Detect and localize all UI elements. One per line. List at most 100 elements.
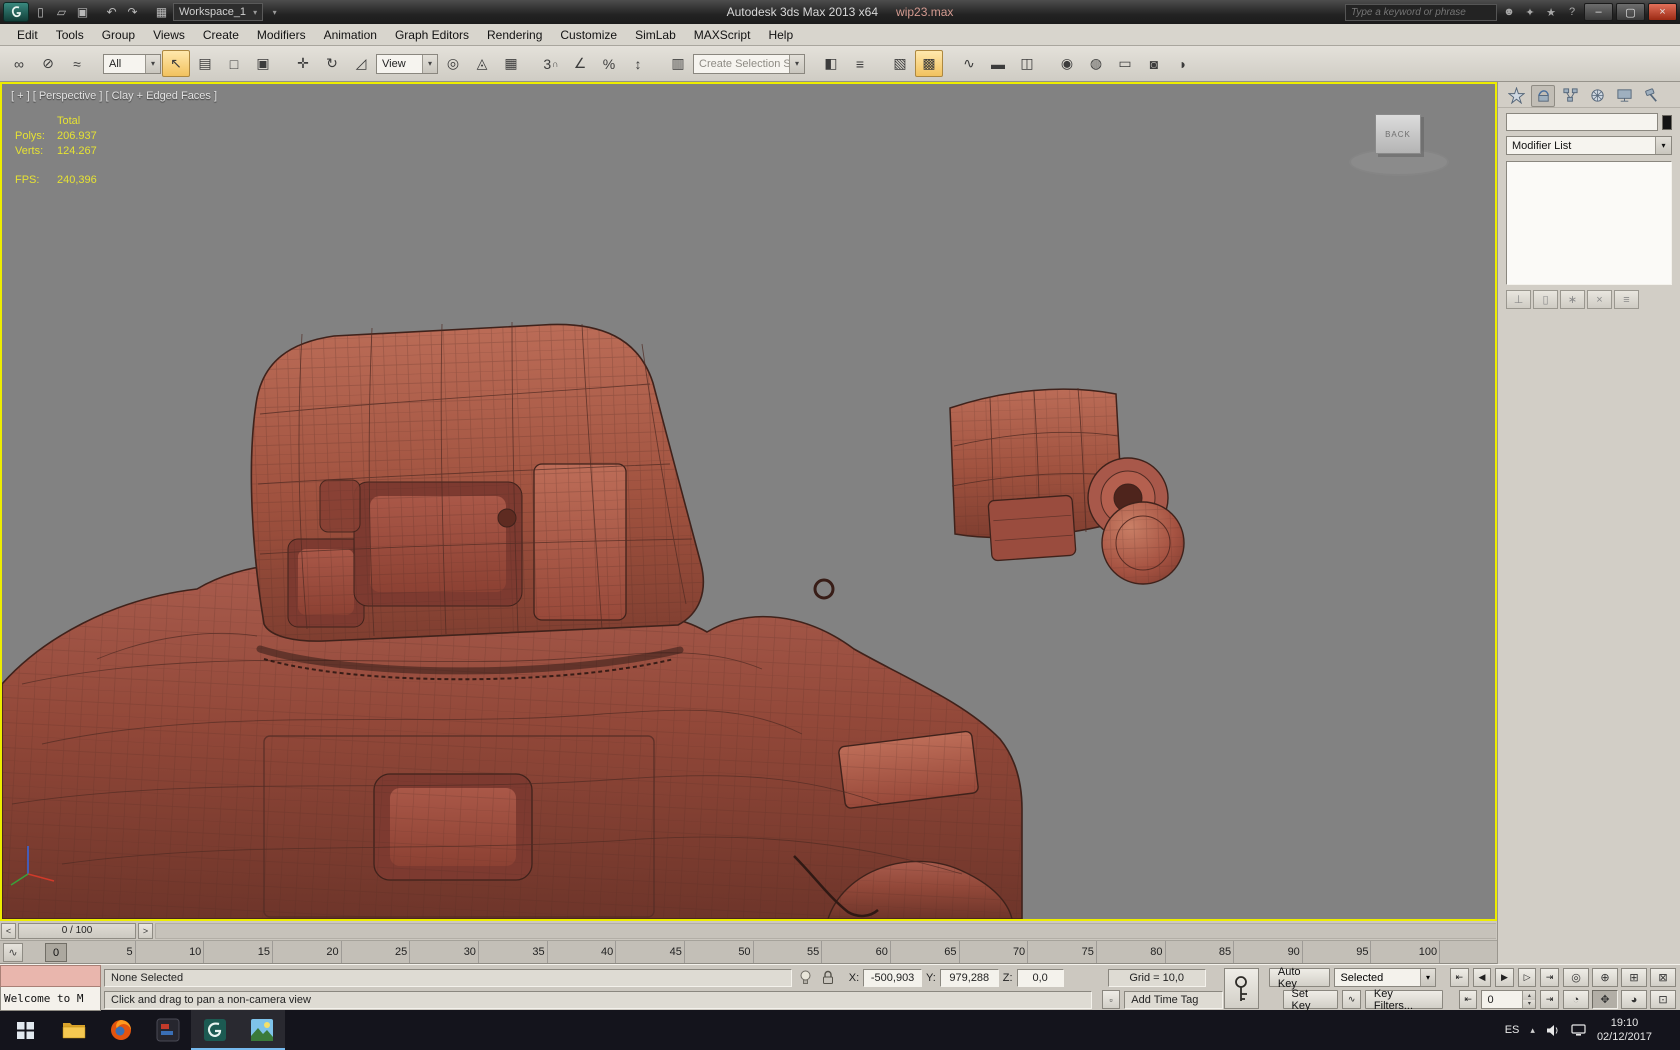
selection-filter-dropdown[interactable]: All ▾ (103, 53, 161, 74)
viewport-header-label[interactable]: [ + ] [ Perspective ] [ Clay + Edged Fac… (11, 90, 217, 102)
zoom-all-button[interactable]: ⊕ (1592, 968, 1618, 987)
viewcube-face-back[interactable]: BACK (1375, 114, 1421, 154)
reference-coordinate-dropdown[interactable]: View ▾ (376, 53, 438, 74)
viewcube[interactable]: BACK (1341, 108, 1457, 182)
menu-tools[interactable]: Tools (47, 24, 93, 46)
show-end-result-button[interactable]: ▯ (1533, 290, 1558, 309)
named-selection-sets-button[interactable]: ▥ (664, 50, 692, 77)
menu-graph-editors[interactable]: Graph Editors (386, 24, 478, 46)
orbit-button[interactable]: ◕ (1621, 990, 1647, 1009)
window-crossing-toggle[interactable]: ▣ (249, 50, 277, 77)
keyboard-override-toggle[interactable]: ▦ (497, 50, 525, 77)
percent-snap-toggle[interactable]: % (595, 50, 623, 77)
maximize-button[interactable]: ▢ (1616, 3, 1645, 21)
menu-animation[interactable]: Animation (315, 24, 386, 46)
render-iterative-button[interactable]: ◗ (1169, 50, 1197, 77)
object-color-swatch[interactable] (1662, 114, 1672, 130)
named-selection-set-combo[interactable]: Create Selection Se ▾ (693, 53, 805, 74)
zoom-viewport-button[interactable]: ◎ (1563, 968, 1589, 987)
configure-modifier-sets-button[interactable]: ≡ (1614, 290, 1639, 309)
pin-stack-button[interactable]: ⊥ (1506, 290, 1531, 309)
favorites-star-icon[interactable]: ★ (1542, 3, 1560, 21)
taskbar-photo-viewer[interactable] (238, 1010, 285, 1050)
current-frame-field[interactable]: 0 ▴ ▾ (1481, 990, 1537, 1009)
z-coordinate-field[interactable]: 0,0 (1016, 968, 1064, 987)
menu-create[interactable]: Create (194, 24, 248, 46)
layer-manager-button[interactable]: ▧ (886, 50, 914, 77)
selection-lock-icon[interactable] (819, 970, 837, 985)
set-key-button[interactable]: Set Key (1282, 988, 1339, 1012)
pan-view-button[interactable]: ✥ (1592, 990, 1618, 1009)
undo-button[interactable]: ↶ (102, 3, 121, 22)
y-coordinate-field[interactable]: 979,288 (939, 968, 999, 987)
taskbar-app-dark[interactable] (144, 1010, 191, 1050)
tab-create[interactable] (1504, 85, 1528, 107)
tab-modify[interactable] (1531, 84, 1555, 107)
taskbar-3dsmax[interactable] (191, 1010, 238, 1050)
graphite-ribbon-toggle[interactable]: ▩ (915, 50, 943, 77)
add-time-tag-field[interactable]: Add Time Tag (1124, 990, 1223, 1009)
frame-spinner[interactable]: ▴ ▾ (1522, 991, 1536, 1008)
menu-views[interactable]: Views (144, 24, 194, 46)
set-keys-button[interactable] (1223, 968, 1259, 1009)
start-button[interactable] (0, 1010, 50, 1050)
zoom-extents-button[interactable]: ⊞ (1621, 968, 1647, 987)
key-tangent-button[interactable]: ∿ (1342, 990, 1361, 1009)
align-button[interactable]: ≡ (846, 50, 874, 77)
tab-utilities[interactable] (1639, 85, 1663, 107)
menu-edit[interactable]: Edit (8, 24, 47, 46)
app-logo-icon[interactable] (3, 2, 29, 22)
welcome-window-header[interactable] (0, 965, 101, 987)
network-icon[interactable] (1571, 1024, 1586, 1036)
spinner-snap-toggle[interactable]: ↕ (624, 50, 652, 77)
save-file-button[interactable]: ▣ (73, 3, 92, 22)
select-by-name-button[interactable]: ▤ (191, 50, 219, 77)
tab-hierarchy[interactable] (1558, 85, 1582, 107)
tank-turret-model[interactable] (2, 84, 1495, 919)
select-and-rotate-button[interactable]: ↻ (318, 50, 346, 77)
auto-key-button[interactable]: Auto Key (1268, 966, 1331, 990)
render-setup-button[interactable]: ◍ (1082, 50, 1110, 77)
make-unique-button[interactable]: ∗ (1560, 290, 1585, 309)
tab-motion[interactable] (1585, 85, 1609, 107)
modifier-stack-list[interactable] (1506, 161, 1672, 285)
field-of-view-button[interactable]: ◔ (1563, 990, 1589, 1009)
mirror-button[interactable]: ◧ (817, 50, 845, 77)
menu-simlab[interactable]: SimLab (626, 24, 685, 46)
remove-modifier-button[interactable]: × (1587, 290, 1612, 309)
snap-toggle-button[interactable]: 3 ∩ (537, 50, 565, 77)
maximize-viewport-toggle[interactable]: ⊡ (1650, 990, 1676, 1009)
prompt-lightbulb-icon[interactable] (796, 970, 816, 985)
taskbar-file-explorer[interactable] (50, 1010, 97, 1050)
bind-spacewarp-icon[interactable]: ≈ (63, 50, 91, 77)
tray-chevron-icon[interactable]: ▴ (1530, 1025, 1535, 1036)
language-indicator[interactable]: ES (1505, 1024, 1520, 1036)
mini-curve-editor-button[interactable]: ∿ (3, 943, 23, 962)
select-object-button[interactable]: ↖ (162, 50, 190, 77)
new-file-button[interactable]: ▯ (31, 3, 50, 22)
go-to-start-button[interactable]: ⇤ (1450, 968, 1469, 987)
trackbar-next-button[interactable]: > (138, 922, 153, 939)
menu-customize[interactable]: Customize (551, 24, 626, 46)
select-and-scale-button[interactable]: ◿ (347, 50, 375, 77)
schematic-view-button[interactable]: ◫ (1013, 50, 1041, 77)
key-mode-dropdown[interactable]: Selected ▾ (1334, 968, 1437, 987)
quick-access-more-button[interactable]: ▾ (265, 3, 284, 22)
angle-snap-toggle[interactable]: ∠ (566, 50, 594, 77)
infocenter-search-input[interactable] (1345, 3, 1497, 21)
curve-editor-button[interactable]: ∿ (955, 50, 983, 77)
subscription-key-icon[interactable]: ✦ (1521, 3, 1539, 21)
select-link-icon[interactable]: ∞ (5, 50, 33, 77)
close-button[interactable]: × (1648, 3, 1677, 21)
key-filters-button[interactable]: Key Filters... (1364, 988, 1443, 1012)
play-animation-button[interactable]: ▶ (1495, 968, 1514, 987)
menu-rendering[interactable]: Rendering (478, 24, 551, 46)
selection-region-button[interactable]: □ (220, 50, 248, 77)
next-frame-button[interactable]: ▷ (1517, 968, 1537, 987)
open-file-button[interactable]: ▱ (52, 3, 71, 22)
project-folder-button[interactable]: ▦ (152, 3, 171, 22)
object-name-field[interactable] (1506, 113, 1658, 131)
menu-modifiers[interactable]: Modifiers (248, 24, 315, 46)
menu-maxscript[interactable]: MAXScript (685, 24, 760, 46)
taskbar-firefox[interactable] (97, 1010, 144, 1050)
